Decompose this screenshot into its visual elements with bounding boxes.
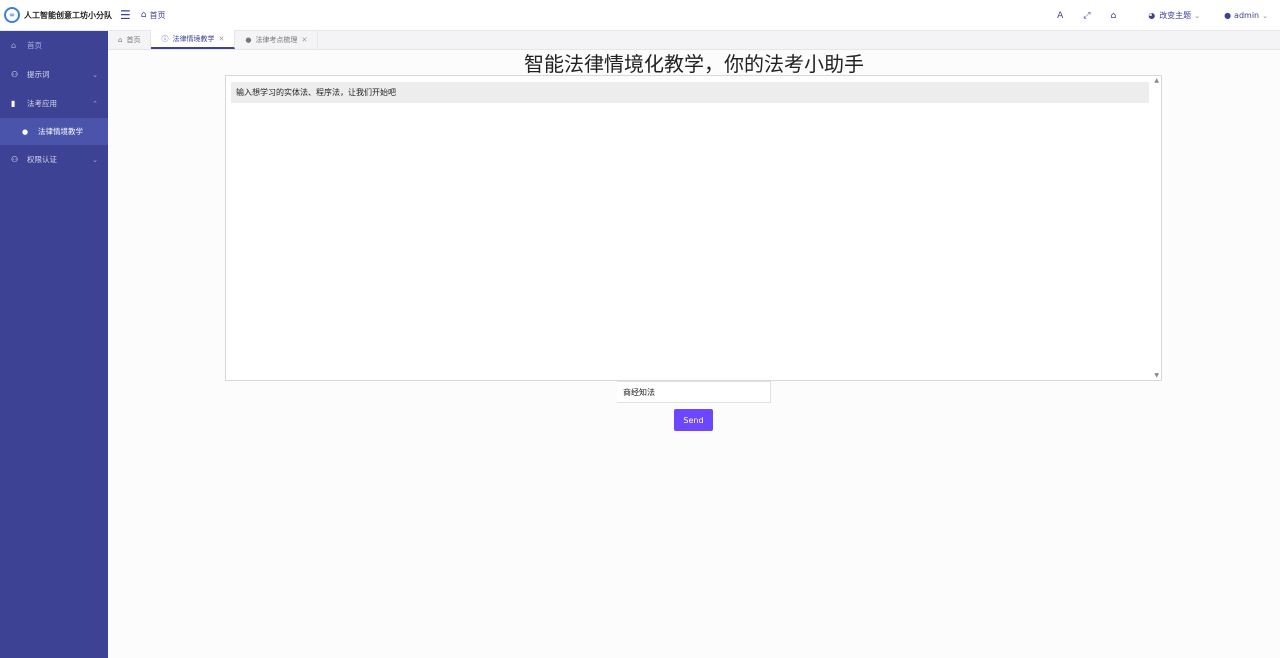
chat-message: 输入想学习的实体法、程序法，让我们开始吧 xyxy=(231,82,1149,103)
brand[interactable]: ∞ 人工智能创意工坊小分队 xyxy=(0,0,112,31)
fullscreen-icon[interactable]: ⤢ xyxy=(1083,11,1090,21)
top-header: ∞ 人工智能创意工坊小分队 ☰ ⌂ 首页 A ⤢ ⌂ ◕ 改变主题 ⌄ ● ad… xyxy=(0,0,1280,31)
user-icon: ● xyxy=(245,35,252,44)
message-input[interactable] xyxy=(617,381,771,403)
font-size-icon[interactable]: A xyxy=(1057,11,1063,21)
sidebar-item-label: 首页 xyxy=(27,41,42,50)
tab-label: 法律考点梳理 xyxy=(255,35,298,44)
home-icon: ⌂ xyxy=(11,41,17,50)
sidebar-item-auth[interactable]: ⚇ 权限认证 ⌄ xyxy=(0,145,108,174)
home-icon: ⌂ xyxy=(140,10,147,20)
home-icon: ⌂ xyxy=(118,35,123,44)
user-name: admin xyxy=(1234,11,1260,20)
breadcrumb[interactable]: ⌂ 首页 xyxy=(141,10,166,21)
scroll-up-icon[interactable]: ▲ xyxy=(1154,77,1159,84)
sidebar-item-home[interactable]: ⌂ 首页 xyxy=(0,31,108,60)
user-icon: ● xyxy=(1224,11,1232,20)
chevron-down-icon: ⌄ xyxy=(92,155,98,164)
user-shield-icon: ⚇ xyxy=(11,155,19,164)
document-icon: ▮ xyxy=(11,99,16,108)
chevron-down-icon: ⌄ xyxy=(1262,11,1268,20)
tab-home[interactable]: ⌂ 首页 xyxy=(108,30,152,49)
theme-label: 改变主题 xyxy=(1159,11,1192,20)
palette-icon: ◕ xyxy=(1148,11,1156,20)
tab-bar: ⌂ 首页 ⓘ 法律情境教学 ✕ ● 法律考点梳理 ✕ xyxy=(108,30,1280,50)
user-dropdown[interactable]: ● admin ⌄ xyxy=(1224,11,1268,20)
sidebar-item-label: 提示词 xyxy=(27,70,50,79)
page-title: 智能法律情境化教学，你的法考小助手 xyxy=(524,52,864,76)
close-icon[interactable]: ✕ xyxy=(218,35,224,43)
sidebar-item-label: 法考应用 xyxy=(27,99,57,108)
info-circle-icon: ⓘ xyxy=(161,34,169,43)
send-button[interactable]: Send xyxy=(674,409,713,431)
main-content: 智能法律情境化教学，你的法考小助手 输入想学习的实体法、程序法，让我们开始吧 ▲… xyxy=(108,50,1280,658)
sidebar-item-law-exam[interactable]: ▮ 法考应用 ⌃ xyxy=(0,89,108,118)
tab-label: 首页 xyxy=(126,35,141,44)
header-tools: A ⤢ ⌂ ◕ 改变主题 ⌄ ● admin ⌄ xyxy=(1057,0,1280,31)
sidebar: ⌂ 首页 ⚇ 提示词 ⌄ ▮ 法考应用 ⌃ ● 法律情境教学 ⚇ 权限认证 ⌄ xyxy=(0,31,108,658)
sidebar-item-prompts[interactable]: ⚇ 提示词 ⌄ xyxy=(0,60,108,89)
info-icon: ● xyxy=(22,127,29,136)
home-shortcut-icon[interactable]: ⌂ xyxy=(1110,11,1116,21)
chevron-down-icon: ⌄ xyxy=(92,70,98,79)
sidebar-item-label: 法律情境教学 xyxy=(38,127,83,136)
tab-exam-points[interactable]: ● 法律考点梳理 ✕ xyxy=(235,30,319,49)
close-icon[interactable]: ✕ xyxy=(301,36,307,44)
menu-toggle-icon[interactable]: ☰ xyxy=(120,8,131,22)
tab-legal-teaching[interactable]: ⓘ 法律情境教学 ✕ xyxy=(151,30,236,49)
sidebar-item-legal-teaching[interactable]: ● 法律情境教学 xyxy=(0,118,108,145)
chevron-down-icon: ⌄ xyxy=(1194,11,1201,20)
scroll-down-icon[interactable]: ▼ xyxy=(1154,372,1159,379)
chat-output-area[interactable]: 输入想学习的实体法、程序法，让我们开始吧 ▲ ▼ xyxy=(225,75,1162,381)
chevron-up-icon: ⌃ xyxy=(92,99,98,108)
brand-title: 人工智能创意工坊小分队 xyxy=(24,10,112,20)
users-icon: ⚇ xyxy=(11,70,19,79)
theme-dropdown[interactable]: ◕ 改变主题 ⌄ xyxy=(1148,10,1200,21)
sidebar-item-label: 权限认证 xyxy=(27,155,57,164)
brand-logo-icon: ∞ xyxy=(4,7,20,23)
tab-label: 法律情境教学 xyxy=(172,34,215,43)
breadcrumb-home[interactable]: 首页 xyxy=(149,10,165,21)
